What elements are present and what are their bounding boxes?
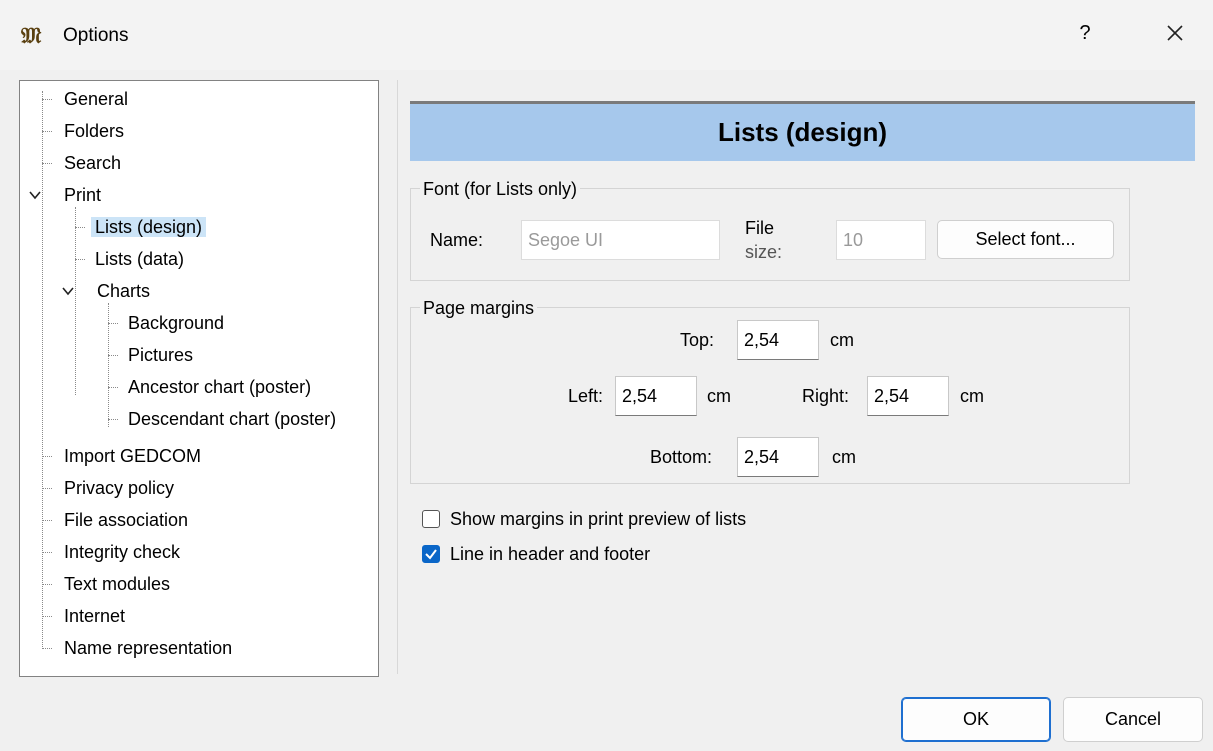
- margin-bottom-label: Bottom:: [650, 447, 713, 467]
- tree-item-lists-design[interactable]: Lists (design): [75, 214, 207, 240]
- tree-item-label: File association: [64, 510, 189, 530]
- show-margins-label[interactable]: Show margins in print preview of lists: [450, 508, 746, 530]
- tree-item-label: Text modules: [64, 574, 171, 594]
- tree-item-folders[interactable]: Folders: [42, 118, 128, 144]
- margin-left-label: Left:: [568, 386, 604, 406]
- line-header-footer-checkbox[interactable]: [422, 545, 440, 563]
- tree-item-privacy-policy[interactable]: Privacy policy: [42, 475, 178, 501]
- show-margins-checkbox[interactable]: [422, 510, 440, 528]
- tree-item-label: Search: [64, 153, 122, 173]
- margin-bottom-unit: cm: [832, 447, 856, 467]
- tree-item-internet[interactable]: Internet: [42, 603, 129, 629]
- font-size-field[interactable]: 10: [836, 220, 926, 260]
- margin-left-unit: cm: [707, 386, 731, 406]
- tree-item-label: Lists (data): [95, 249, 185, 269]
- chevron-down-icon[interactable]: [28, 188, 42, 202]
- margin-top-field[interactable]: 2,54: [737, 320, 819, 360]
- tree-item-label: Lists (design): [91, 217, 207, 237]
- tree-item-label: Background: [128, 313, 225, 333]
- margin-top-unit: cm: [830, 330, 854, 350]
- tree-item-label: Import GEDCOM: [64, 446, 202, 466]
- tree-item-integrity-check[interactable]: Integrity check: [42, 539, 184, 565]
- tree-item-pictures[interactable]: Pictures: [108, 342, 197, 368]
- font-size-label-line1: File: [745, 218, 775, 238]
- tree-item-label: General: [64, 89, 129, 109]
- margin-right-field[interactable]: 2,54: [867, 376, 949, 416]
- tree-item-charts[interactable]: Charts: [61, 278, 154, 304]
- tree-item-label: Name representation: [64, 638, 233, 658]
- checkmark-icon: [425, 549, 437, 560]
- margin-right-label: Right:: [802, 386, 850, 406]
- tree-item-general[interactable]: General: [42, 86, 132, 112]
- close-button[interactable]: [1160, 18, 1190, 48]
- tree-item-search[interactable]: Search: [42, 150, 125, 176]
- tree-item-label: Print: [64, 185, 102, 205]
- select-font-button[interactable]: Select font...: [937, 220, 1114, 259]
- tree-item-label: Ancestor chart (poster): [128, 377, 312, 397]
- app-icon: 𝔐: [21, 23, 42, 49]
- title-bar: 𝔐 Options ?: [0, 0, 1213, 70]
- tree-item-import-gedcom[interactable]: Import GEDCOM: [42, 443, 205, 469]
- window-title: Options: [63, 25, 129, 46]
- ok-button[interactable]: OK: [901, 697, 1051, 742]
- tree-item-print[interactable]: Print: [28, 182, 105, 208]
- margin-top-label: Top:: [680, 330, 715, 350]
- font-group-title: Font (for Lists only): [420, 178, 581, 200]
- close-icon: [1167, 25, 1183, 41]
- font-size-label-line2: size:: [745, 242, 783, 262]
- tree-item-ancestor-chart[interactable]: Ancestor chart (poster): [108, 374, 315, 400]
- tree-item-label: Charts: [97, 281, 151, 301]
- cancel-button[interactable]: Cancel: [1063, 697, 1203, 742]
- tree-item-lists-data[interactable]: Lists (data): [75, 246, 188, 272]
- tree-item-file-association[interactable]: File association: [42, 507, 192, 533]
- tree-item-name-representation[interactable]: Name representation: [42, 635, 236, 661]
- tree-item-label: Integrity check: [64, 542, 181, 562]
- help-button[interactable]: ?: [1075, 22, 1095, 45]
- line-header-footer-label[interactable]: Line in header and footer: [450, 543, 650, 565]
- tree-item-label: Pictures: [128, 345, 194, 365]
- margin-left-field[interactable]: 2,54: [615, 376, 697, 416]
- options-tree[interactable]: General Folders Search Print Lists (desi…: [19, 80, 379, 677]
- tree-item-background[interactable]: Background: [108, 310, 228, 336]
- margin-right-unit: cm: [960, 386, 984, 406]
- font-name-label: Name:: [430, 230, 484, 250]
- tree-item-label: Descendant chart (poster): [128, 409, 337, 429]
- chevron-down-icon[interactable]: [61, 284, 75, 298]
- font-name-field[interactable]: Segoe UI: [521, 220, 720, 260]
- tree-item-descendant-chart[interactable]: Descendant chart (poster): [108, 406, 340, 432]
- margin-bottom-field[interactable]: 2,54: [737, 437, 819, 477]
- tree-item-text-modules[interactable]: Text modules: [42, 571, 174, 597]
- tree-item-label: Privacy policy: [64, 478, 175, 498]
- panel-title: Lists (design): [410, 101, 1195, 161]
- tree-item-label: Folders: [64, 121, 125, 141]
- page-margins-group-title: Page margins: [420, 297, 538, 319]
- tree-item-label: Internet: [64, 606, 126, 626]
